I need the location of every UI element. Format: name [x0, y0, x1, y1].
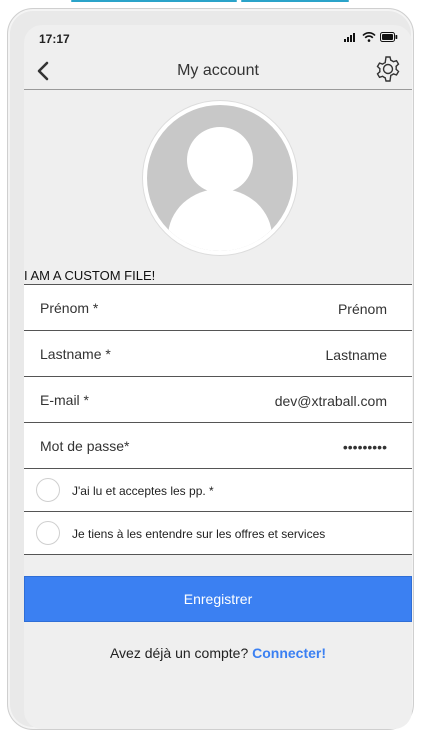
email-field[interactable] [185, 389, 389, 413]
login-prompt: Avez déjà un compte? Connecter! [24, 645, 412, 661]
lastname-input[interactable] [185, 343, 389, 367]
firstname-label: Prénom * [40, 300, 99, 316]
battery-icon [380, 32, 398, 42]
email-row: E-mail * [24, 377, 412, 423]
custom-file-text: I AM A CUSTOM FILE! [24, 268, 156, 283]
phone-screen: 17:17 My account I AM A CUSTOM FILE! Pré… [24, 25, 412, 729]
password-row: Mot de passe* [24, 423, 412, 469]
top-tab-indicator-left [71, 0, 237, 2]
wifi-icon [362, 32, 376, 42]
password-label: Mot de passe* [40, 438, 130, 454]
lastname-label: Lastname * [40, 346, 111, 362]
top-tab-indicator-right [241, 0, 349, 2]
status-icons [344, 32, 398, 42]
login-prompt-text: Avez déjà un compte? [109, 645, 249, 661]
status-bar: 17:17 [24, 25, 412, 53]
settings-button[interactable] [374, 55, 402, 83]
signal-icon [344, 33, 355, 42]
newsletter-row[interactable]: Je tiens à les entendre sur les offres e… [24, 512, 412, 555]
newsletter-radio[interactable] [36, 521, 60, 545]
status-time: 17:17 [39, 32, 70, 46]
page-title: My account [177, 62, 259, 79]
phone-frame: 17:17 My account I AM A CUSTOM FILE! Pré… [7, 8, 414, 730]
terms-label: J'ai lu et acceptes les pp. * [72, 484, 214, 498]
newsletter-label: Je tiens à les entendre sur les offres e… [72, 527, 326, 541]
firstname-input[interactable] [185, 297, 389, 321]
gear-icon [376, 56, 400, 82]
save-button[interactable]: Enregistrer [24, 576, 412, 622]
firstname-row: Prénom * [24, 285, 412, 331]
lastname-row: Lastname * [24, 331, 412, 377]
email-label: E-mail * [40, 392, 90, 408]
navigation-bar: My account [24, 53, 412, 90]
login-link[interactable]: Connecter! [252, 645, 326, 661]
account-form: Prénom * Lastname * E-mail * Mot de pass… [24, 284, 412, 555]
password-field[interactable] [185, 435, 389, 459]
avatar-placeholder-icon [168, 127, 272, 251]
terms-row[interactable]: J'ai lu et acceptes les pp. * [24, 469, 412, 512]
avatar[interactable] [143, 101, 297, 255]
terms-radio[interactable] [36, 478, 60, 502]
